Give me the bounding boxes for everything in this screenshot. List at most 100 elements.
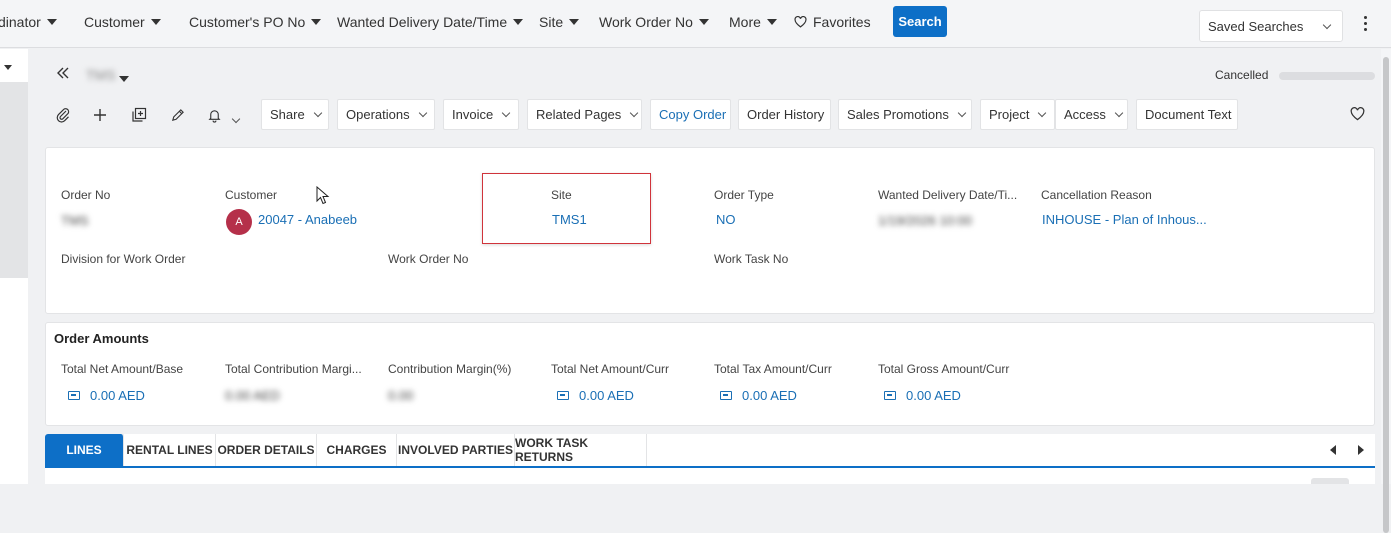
tab-involved-parties[interactable]: INVOLVED PARTIES bbox=[397, 434, 515, 466]
tabs-scroll-right-icon[interactable] bbox=[1358, 445, 1364, 455]
add-icon[interactable] bbox=[89, 104, 111, 126]
tab-work-task-returns[interactable]: WORK TASK RETURNS bbox=[515, 434, 647, 466]
notification-chevron-down-icon[interactable] bbox=[231, 110, 241, 125]
tab-bar-filler bbox=[647, 434, 1375, 466]
contribution-pct-value: 0.00 bbox=[388, 388, 414, 403]
order-amounts-card: Order Amounts Total Net Amount/Base 0.00… bbox=[45, 322, 1375, 426]
caret-down-icon bbox=[119, 75, 129, 82]
tab-lines[interactable]: LINES bbox=[45, 434, 124, 466]
caret-down-icon[interactable] bbox=[4, 65, 12, 70]
record-selector-caret[interactable] bbox=[119, 71, 129, 86]
chevron-down-icon bbox=[1114, 108, 1124, 117]
order-type-label: Order Type bbox=[714, 188, 774, 202]
total-contribution-label: Total Contribution Margi... bbox=[225, 362, 362, 376]
scrollbar-thumb[interactable] bbox=[1383, 57, 1389, 533]
chevron-down-icon bbox=[630, 108, 639, 117]
cancellation-reason-link[interactable]: INHOUSE - Plan of Inhous... bbox=[1042, 212, 1207, 227]
currency-icon bbox=[720, 391, 732, 401]
order-history-button[interactable]: Order History bbox=[738, 99, 831, 130]
saved-searches-dropdown[interactable]: Saved Searches bbox=[1199, 10, 1343, 42]
project-button[interactable]: Project bbox=[980, 99, 1055, 130]
chevron-down-icon bbox=[418, 108, 427, 117]
total-tax-curr-label: Total Tax Amount/Curr bbox=[714, 362, 832, 376]
tabs-scroll-left-icon[interactable] bbox=[1330, 445, 1336, 455]
caret-down-icon bbox=[698, 19, 709, 26]
currency-icon bbox=[68, 391, 80, 401]
chevron-down-icon bbox=[313, 108, 322, 117]
favorite-heart-icon[interactable] bbox=[1346, 103, 1368, 125]
edit-pencil-icon[interactable] bbox=[166, 104, 188, 126]
order-no-value: TMS bbox=[61, 213, 89, 228]
notification-bell-icon[interactable] bbox=[203, 104, 225, 126]
wanted-delivery-value: 1/19/2026 10:00 bbox=[878, 213, 972, 228]
total-net-curr-value[interactable]: 0.00 AED bbox=[557, 388, 634, 403]
order-no-label: Order No bbox=[61, 188, 111, 202]
highlight-box bbox=[482, 173, 651, 244]
filter-customer[interactable]: Customer bbox=[84, 14, 161, 30]
attachment-icon[interactable] bbox=[52, 104, 74, 126]
filter-site[interactable]: Site bbox=[539, 14, 580, 30]
caret-down-icon bbox=[150, 19, 161, 26]
caret-down-icon bbox=[766, 19, 777, 26]
total-net-base-label: Total Net Amount/Base bbox=[61, 362, 184, 376]
caret-down-icon bbox=[311, 19, 322, 26]
filter-more[interactable]: More bbox=[729, 14, 777, 30]
filter-wanted-delivery-date[interactable]: Wanted Delivery Date/Time bbox=[337, 14, 524, 30]
order-amounts-title: Order Amounts bbox=[54, 331, 149, 346]
access-button[interactable]: Access bbox=[1055, 99, 1128, 130]
navigator-list bbox=[0, 82, 28, 278]
total-net-base-value[interactable]: 0.00 AED bbox=[68, 388, 145, 403]
document-text-button[interactable]: Document Text bbox=[1136, 99, 1238, 130]
status-label: Cancelled bbox=[1215, 68, 1269, 82]
work-task-no-label: Work Task No bbox=[714, 252, 789, 266]
total-net-curr-label: Total Net Amount/Curr bbox=[551, 362, 670, 376]
caret-down-icon bbox=[569, 19, 580, 26]
more-options-icon[interactable] bbox=[1358, 16, 1372, 36]
tab-content-control[interactable] bbox=[1311, 478, 1349, 484]
currency-icon bbox=[557, 391, 569, 401]
total-gross-curr-value[interactable]: 0.00 AED bbox=[884, 388, 961, 403]
collapse-navigator-icon[interactable] bbox=[56, 66, 70, 83]
search-button[interactable]: Search bbox=[893, 6, 947, 37]
order-details-card: Order No TMS Customer A 20047 - Anabeeb … bbox=[45, 147, 1375, 314]
division-label: Division for Work Order bbox=[61, 252, 186, 266]
currency-icon bbox=[884, 391, 896, 401]
chevron-down-icon bbox=[1322, 20, 1332, 30]
tab-bar: LINES RENTAL LINES ORDER DETAILS CHARGES… bbox=[45, 434, 1375, 484]
cancellation-reason-label: Cancellation Reason bbox=[1041, 188, 1152, 202]
filter-customer-po-no[interactable]: Customer's PO No bbox=[189, 14, 322, 30]
customer-link[interactable]: 20047 - Anabeeb bbox=[258, 212, 357, 227]
work-order-no-label: Work Order No bbox=[388, 252, 469, 266]
customer-avatar: A bbox=[226, 209, 252, 235]
customer-label: Customer bbox=[225, 188, 278, 202]
tab-order-details[interactable]: ORDER DETAILS bbox=[216, 434, 317, 466]
tab-rental-lines[interactable]: RENTAL LINES bbox=[124, 434, 216, 466]
heart-outline-icon bbox=[794, 15, 807, 28]
caret-down-icon bbox=[513, 19, 524, 26]
record-title: TMS bbox=[86, 67, 116, 83]
site-link[interactable]: TMS1 bbox=[552, 212, 587, 227]
filter-work-order-no[interactable]: Work Order No bbox=[599, 14, 709, 30]
copy-order-button[interactable]: Copy Order bbox=[650, 99, 731, 130]
filter-coordinator[interactable]: dinator bbox=[0, 14, 57, 30]
invoice-button[interactable]: Invoice bbox=[443, 99, 519, 130]
sales-promotions-button[interactable]: Sales Promotions bbox=[838, 99, 972, 130]
caret-down-icon bbox=[46, 19, 57, 26]
related-pages-button[interactable]: Related Pages bbox=[527, 99, 642, 130]
order-type-link[interactable]: NO bbox=[716, 212, 736, 227]
chevron-down-icon bbox=[501, 108, 511, 117]
mouse-cursor-icon bbox=[316, 186, 330, 205]
tab-charges[interactable]: CHARGES bbox=[317, 434, 397, 466]
page-scrollbar[interactable] bbox=[1381, 49, 1391, 533]
status-progress-bar bbox=[1279, 72, 1375, 80]
favorites-filter[interactable]: Favorites bbox=[794, 14, 871, 30]
duplicate-icon[interactable] bbox=[128, 104, 150, 126]
share-button[interactable]: Share bbox=[261, 99, 329, 130]
total-tax-curr-value[interactable]: 0.00 AED bbox=[720, 388, 797, 403]
tab-content-area bbox=[45, 466, 1375, 484]
left-navigator-panel bbox=[0, 49, 28, 484]
operations-button[interactable]: Operations bbox=[337, 99, 435, 130]
total-gross-curr-label: Total Gross Amount/Curr bbox=[878, 362, 1010, 376]
chevron-down-icon bbox=[957, 108, 967, 117]
site-label: Site bbox=[551, 188, 572, 202]
